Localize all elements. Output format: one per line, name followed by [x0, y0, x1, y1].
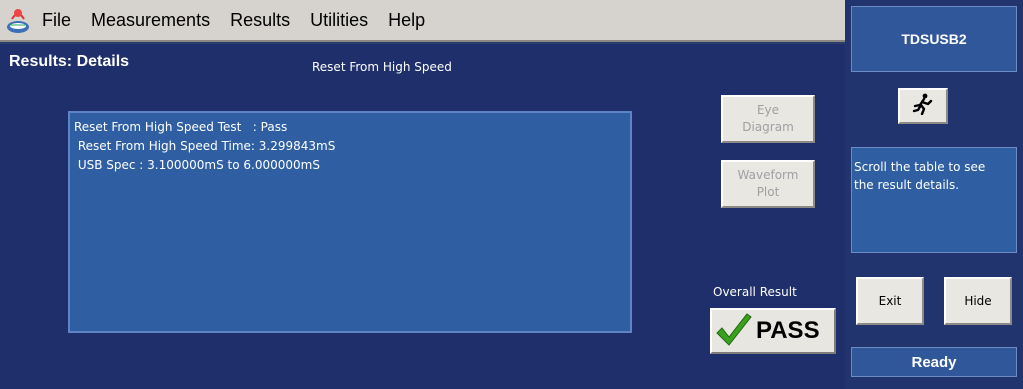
results-details-table[interactable]: Reset From High Speed Test : Pass Reset …: [68, 111, 632, 333]
checkmark-icon: [714, 311, 754, 351]
overall-result-badge: PASS: [710, 308, 836, 354]
running-man-icon: [912, 93, 934, 119]
exit-button[interactable]: Exit: [856, 277, 924, 325]
menu-measurements[interactable]: Measurements: [81, 10, 220, 31]
right-panel: TDSUSB2 Scroll the table to see the resu…: [845, 0, 1023, 389]
run-button[interactable]: [898, 88, 948, 124]
menu-utilities[interactable]: Utilities: [300, 10, 378, 31]
hide-button[interactable]: Hide: [944, 277, 1012, 325]
waveform-plot-button[interactable]: Waveform Plot: [721, 160, 815, 208]
details-line: USB Spec : 3.100000mS to 6.000000mS: [74, 158, 320, 172]
waveform-plot-label-line2: Plot: [756, 185, 780, 199]
overall-result-value: PASS: [756, 317, 820, 344]
status-bar: Ready: [851, 347, 1017, 377]
menu-results[interactable]: Results: [220, 10, 300, 31]
page-title: Results: Details: [9, 53, 130, 70]
test-name: Reset From High Speed: [312, 60, 452, 74]
details-line: Reset From High Speed Time: 3.299843mS: [74, 139, 336, 153]
menu-help[interactable]: Help: [378, 10, 435, 31]
help-text-line1: Scroll the table to see: [854, 160, 986, 174]
help-info-box: Scroll the table to see the result detai…: [851, 147, 1017, 253]
eye-diagram-button[interactable]: Eye Diagram: [721, 95, 815, 143]
app-title: TDSUSB2: [851, 6, 1017, 72]
eye-diagram-label-line1: Eye: [756, 103, 780, 117]
waveform-plot-label-line1: Waveform: [737, 168, 799, 182]
overall-result-label: Overall Result: [713, 285, 797, 299]
help-text-line2: the result details.: [854, 178, 960, 192]
app-logo-icon[interactable]: [4, 5, 32, 35]
results-panel: Results: Details Reset From High Speed R…: [0, 44, 845, 389]
details-line: Reset From High Speed Test : Pass: [74, 120, 288, 134]
menu-bar: File Measurements Results Utilities Help: [0, 0, 845, 42]
menu-file[interactable]: File: [40, 10, 81, 31]
eye-diagram-label-line2: Diagram: [742, 120, 794, 134]
